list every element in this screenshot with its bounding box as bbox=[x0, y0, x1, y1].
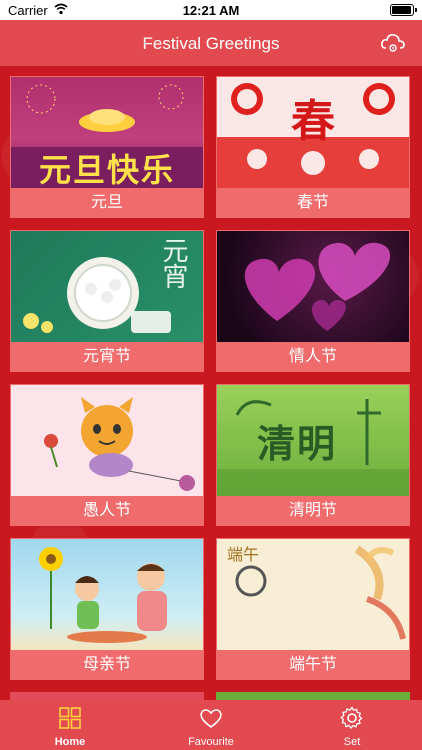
tab-label: Home bbox=[54, 736, 86, 748]
festival-image: 元旦快乐 bbox=[11, 77, 203, 188]
cloud-settings-icon[interactable] bbox=[380, 32, 406, 54]
festival-card[interactable]: 元宵 元宵节 bbox=[10, 230, 204, 372]
heart-icon bbox=[200, 709, 222, 729]
festival-card[interactable]: 端午 端午节 bbox=[216, 538, 410, 680]
navigation-bar: Festival Greetings bbox=[0, 20, 422, 66]
tab-set[interactable]: Set bbox=[282, 700, 422, 750]
banner-text: 端午 bbox=[227, 547, 260, 564]
festival-card-partial[interactable] bbox=[10, 692, 204, 700]
banner-text: 元旦快乐 bbox=[38, 152, 175, 188]
festival-image bbox=[11, 539, 203, 650]
page-title: Festival Greetings bbox=[142, 34, 280, 53]
festival-label: 春节 bbox=[296, 194, 329, 211]
festival-label: 愚人节 bbox=[82, 502, 131, 519]
festival-image bbox=[217, 231, 409, 342]
festival-card[interactable]: 母亲节 bbox=[10, 538, 204, 680]
clock-label: 12:21 AM bbox=[182, 3, 240, 18]
festival-card[interactable]: 元旦快乐 元旦 bbox=[10, 76, 204, 218]
festival-image: 清明 bbox=[217, 385, 409, 496]
festival-label: 端午节 bbox=[288, 656, 337, 673]
banner-text: 清明 bbox=[257, 424, 338, 466]
gear-icon bbox=[340, 706, 363, 729]
festival-label: 情人节 bbox=[288, 348, 337, 365]
festival-card[interactable]: 情人节 bbox=[216, 230, 410, 372]
tab-label: Set bbox=[343, 736, 361, 748]
festival-label: 元宵节 bbox=[82, 348, 131, 365]
festival-card-partial[interactable] bbox=[216, 692, 410, 700]
banner-text: 元宵 bbox=[159, 237, 189, 289]
festival-card[interactable]: 清明 清明节 bbox=[216, 384, 410, 526]
festival-image bbox=[11, 385, 203, 496]
festival-image: 端午 bbox=[217, 539, 409, 650]
tab-bar: Home Favourite Set bbox=[0, 700, 422, 750]
battery-icon bbox=[390, 4, 417, 16]
festival-card[interactable]: 愚人节 bbox=[10, 384, 204, 526]
festival-grid: 元旦快乐 元旦 春 春节 元宵 元宵节 情人节 愚人节 清明 清明节 母亲节 端… bbox=[0, 66, 422, 700]
mother-child-artwork bbox=[39, 547, 167, 643]
festival-image: 元宵 bbox=[11, 231, 203, 342]
tab-home[interactable]: Home bbox=[0, 700, 140, 750]
festival-label: 清明节 bbox=[288, 502, 337, 519]
festival-label: 母亲节 bbox=[82, 656, 131, 673]
tab-label: Favourite bbox=[188, 736, 234, 748]
banner-text: 春 bbox=[291, 97, 335, 146]
status-bar: Carrier 12:21 AM bbox=[0, 0, 422, 20]
cartoon-cat-artwork bbox=[44, 397, 195, 491]
festival-image: 春 bbox=[217, 77, 409, 188]
hearts-artwork bbox=[244, 242, 391, 331]
grid-icon bbox=[59, 707, 81, 729]
festival-label: 元旦 bbox=[90, 194, 123, 211]
tab-favourite[interactable]: Favourite bbox=[141, 700, 281, 750]
festival-card[interactable]: 春 春节 bbox=[216, 76, 410, 218]
